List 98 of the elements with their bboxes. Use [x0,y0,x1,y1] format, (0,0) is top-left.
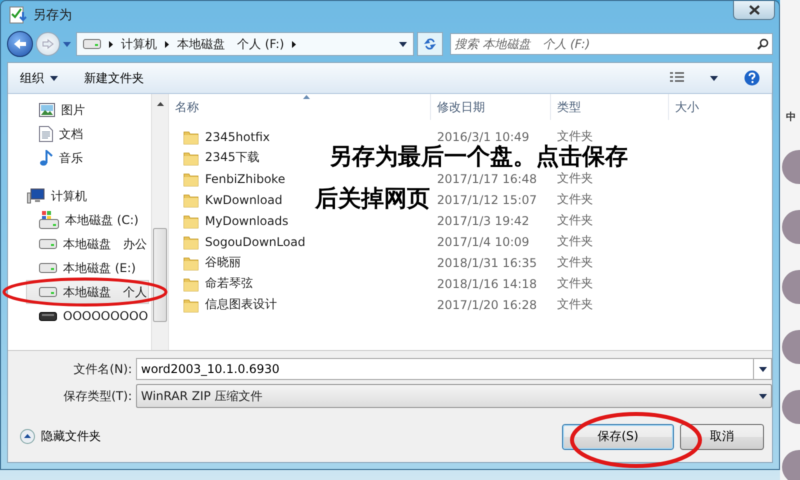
chevron-icon [292,40,296,48]
folder-icon [183,234,199,250]
computer-icon [27,188,45,204]
sidebar-item[interactable]: 计算机 [26,184,149,208]
search-icon [757,38,769,50]
modified-date: 2016/3/1 10:49 [436,130,530,144]
folder-item[interactable]: KwDownload [169,192,282,208]
modified-date: 2017/1/3 19:42 [436,214,530,228]
caret-icon [710,76,718,80]
folder-icon [183,128,199,144]
sort-arrow-icon [303,95,310,99]
folder-item[interactable]: SogouDownLoad [169,234,306,250]
column-header[interactable]: 修改日期 [431,94,551,120]
folder-icon [183,170,199,186]
close-icon [748,5,760,15]
folder-item[interactable]: 2345hotfix [169,128,270,144]
file-type: 文件夹 [556,128,594,144]
new-folder-button[interactable]: 新建文件夹 [82,66,146,90]
scrollbar-thumb[interactable] [153,228,167,322]
folder-item[interactable]: FenbiZhiboke [169,170,286,186]
file-type: 文件夹 [556,191,594,208]
music-note-icon [39,150,53,166]
page-text: 中 [786,110,797,124]
system-drive-icon [39,211,59,229]
caret-icon [398,42,406,46]
sidebar-item[interactable]: OOOOOOOOO [26,304,149,328]
drive-icon [83,39,101,49]
folder-icon [183,212,199,228]
picture-icon [39,103,55,117]
folder-item[interactable]: 谷晓丽 [169,254,241,271]
caret-icon [759,394,767,398]
search-field[interactable]: 搜索 本地磁盘 个人 (F:) [450,33,773,55]
column-header[interactable]: 类型 [551,94,669,120]
file-type: 文件夹 [556,170,594,187]
folder-icon [183,276,199,292]
modified-date: 2017/1/17 16:48 [436,172,538,186]
save-document-icon [9,6,27,24]
modified-date: 2018/1/31 16:35 [436,256,538,270]
document-icon [39,126,53,142]
file-name-label: 文件名(N): [72,360,133,378]
modified-date: 2018/1/16 14:18 [436,276,538,290]
folder-item[interactable]: 信息图表设计 [169,296,277,313]
window-title: 另存为 [33,7,72,24]
folder-icon [183,150,199,166]
refresh-button[interactable] [416,32,442,56]
file-name-dropdown[interactable] [754,358,772,380]
sidebar-item[interactable]: 本地磁盘 办公 [26,232,149,256]
chevron-icon [109,40,113,48]
file-type: 文件夹 [556,254,594,271]
modified-date: 2017/1/4 10:09 [436,234,530,248]
details-view-icon [670,72,684,84]
sidebar-item[interactable]: 本地磁盘 (E:) [26,256,149,280]
history-dropdown[interactable] [63,42,71,46]
folder-icon [183,296,199,312]
file-type-dropdown[interactable]: WinRAR ZIP 压缩文件 [136,384,772,408]
hide-folders-button[interactable]: 隐藏文件夹 [20,428,101,445]
caret-icon [50,76,58,80]
collapse-icon [20,429,35,444]
drive-icon [39,239,57,249]
file-type: 文件夹 [556,296,594,313]
column-header[interactable]: 大小 [669,94,772,120]
file-type-label: 保存类型(T): [62,388,133,404]
folder-item[interactable]: 命若琴弦 [169,275,253,292]
caret-icon [758,366,766,372]
removable-drive-icon [39,311,57,321]
file-type: 文件夹 [556,275,594,292]
file-type: 文件夹 [556,212,594,229]
cancel-button[interactable]: 取消 [680,424,764,450]
forward-arrow-icon [42,39,54,49]
scroll-up-icon [156,102,164,106]
address-bar[interactable]: 计算机 本地磁盘 个人 (F:) [76,32,414,56]
sidebar-item[interactable]: 图片 [26,98,149,122]
sidebar-item[interactable]: 音乐 [26,146,149,170]
modified-date: 2017/1/12 15:07 [436,192,538,206]
folder-item[interactable]: MyDownloads [169,212,288,228]
folder-icon [183,254,199,270]
folder-icon [183,192,199,208]
organize-menu[interactable]: 组织 [18,66,60,90]
back-button[interactable] [7,31,33,57]
file-type: 文件夹 [556,233,594,250]
folder-item[interactable]: 2345下载 [169,149,260,166]
sidebar-item[interactable]: 文档 [26,122,149,146]
help-icon [744,70,760,86]
chevron-icon [165,40,169,48]
close-button[interactable] [733,1,775,20]
breadcrumb[interactable]: 本地磁盘 个人 (F:) [177,36,284,52]
refresh-arrows-icon [422,37,438,51]
back-arrow-icon [13,38,27,50]
scrollbar[interactable] [151,94,168,350]
caret-icon [63,42,71,46]
drive-icon [39,263,57,273]
breadcrumb[interactable]: 计算机 [121,36,157,52]
sidebar-item[interactable]: 本地磁盘 (C:) [26,208,149,232]
save-button[interactable]: 保存(S) [562,424,674,450]
annotation-text: 另存为最后一个盘。点击保存 [329,147,628,168]
file-name-field[interactable]: word2003_10.1.0.6930 [136,358,754,380]
modified-date: 2017/1/20 16:28 [436,298,538,312]
drive-icon [39,287,57,297]
